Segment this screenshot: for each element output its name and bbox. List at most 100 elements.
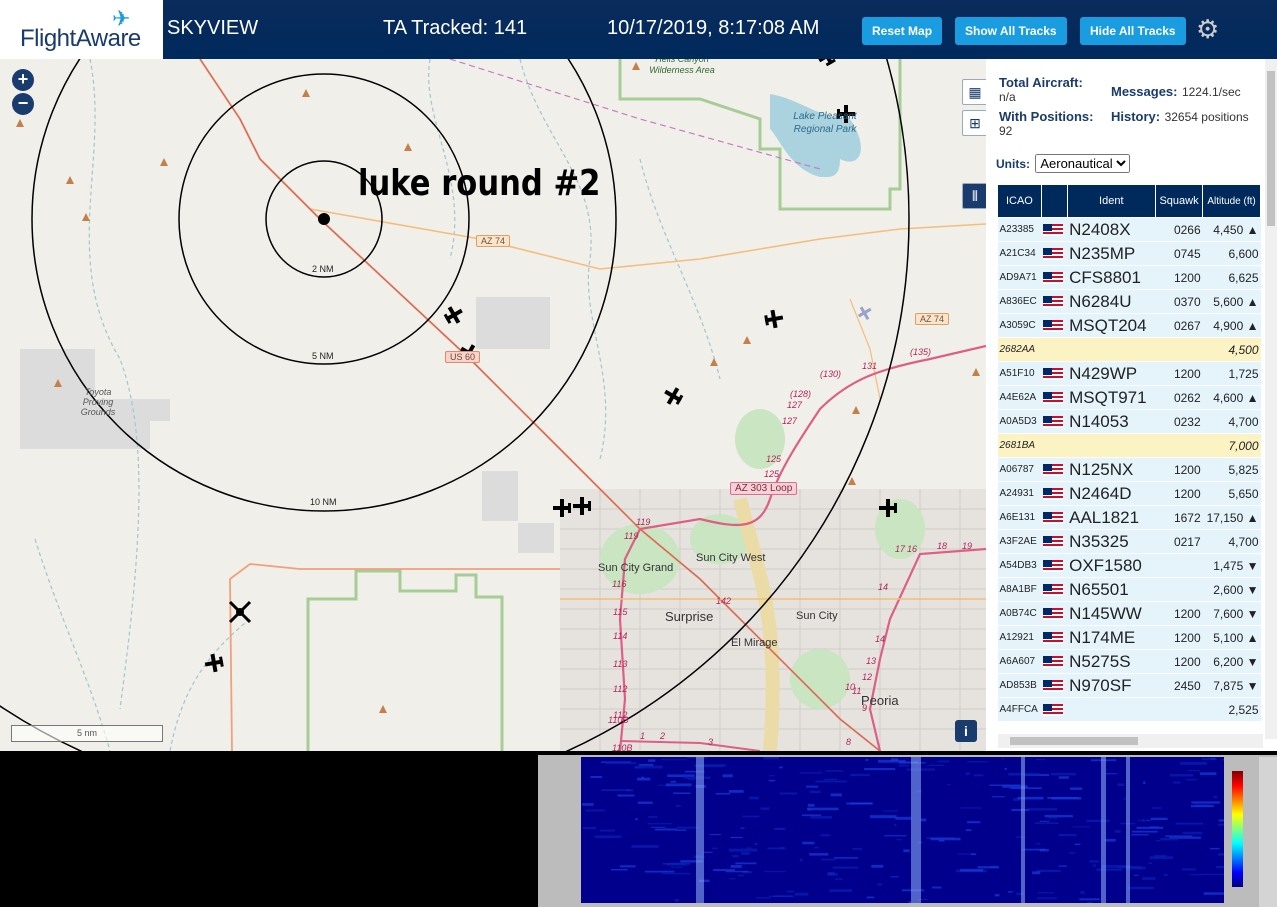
icao-cell: A8A1BF [997, 577, 1042, 602]
route-number: (128) [790, 389, 812, 399]
route-number: (130) [820, 369, 842, 379]
ring-label-10nm: 10 NM [310, 497, 337, 507]
icao-cell: A24931 [997, 481, 1042, 506]
scale-bar: 5 nm [11, 725, 163, 742]
us-flag-icon [1043, 607, 1064, 620]
messages-stat: Messages: 1224.1/sec [1111, 84, 1241, 99]
label-lake-pleasant: Lake Pleasant Regional Park [793, 111, 857, 135]
us-flag-icon [1043, 415, 1064, 428]
table-row[interactable]: A23385 N2408X 0266 4,450 ▲ [997, 217, 1261, 242]
altitude-cell: 7,000 [1202, 433, 1261, 458]
squawk-cell: 1672 [1155, 505, 1203, 530]
table-row[interactable]: A4FFCA 2,525 [997, 697, 1261, 722]
table-row[interactable]: A24931 N2464D 1200 5,650 [997, 481, 1261, 506]
altitude-cell: 5,100 ▲ [1202, 625, 1261, 650]
flag-cell [1041, 409, 1068, 434]
col-altitude[interactable]: Altitude (ft) [1202, 184, 1261, 218]
squawk-cell: 1200 [1155, 361, 1203, 386]
table-row[interactable]: A836EC N6284U 0370 5,600 ▲ [997, 289, 1261, 314]
flag-cell [1041, 505, 1068, 530]
flightaware-logo[interactable]: FlightAware ✈ [0, 0, 163, 59]
table-row[interactable]: A12921 N174ME 1200 5,100 ▲ [997, 625, 1261, 650]
route-number: 14 [878, 582, 889, 592]
table-row[interactable]: A0B74C N145WW 1200 7,600 ▼ [997, 601, 1261, 626]
zoom-in-button[interactable]: + [12, 69, 34, 91]
icao-cell: A3F2AE [997, 529, 1042, 554]
table-row[interactable]: AD9A71 CFS8801 1200 6,625 [997, 265, 1261, 290]
route-number: 142 [716, 596, 732, 606]
overlay-title: luke round #2 [358, 163, 601, 204]
squawk-cell: 0232 [1155, 409, 1203, 434]
route-number: 119 [636, 517, 651, 527]
sidebar-vertical-scrollbar[interactable] [1265, 59, 1277, 739]
flag-cell [1041, 673, 1068, 698]
ident-cell: N5275S [1067, 649, 1156, 674]
table-row[interactable]: A21C34 N235MP 0745 6,600 [997, 241, 1261, 266]
table-row[interactable]: A3059C MSQT204 0267 4,900 ▲ [997, 313, 1261, 338]
table-row[interactable]: A4E62A MSQT971 0262 4,600 ▲ [997, 385, 1261, 410]
columns-icon[interactable]: ⦀ [962, 183, 986, 209]
table-row[interactable]: A51F10 N429WP 1200 1,725 [997, 361, 1261, 386]
us-flag-icon [1043, 655, 1064, 668]
col-flag[interactable] [1040, 184, 1068, 218]
gear-icon[interactable]: ⚙ [1196, 14, 1219, 45]
table-row[interactable]: 2682AA 4,500 [997, 337, 1261, 362]
ident-cell: N65501 [1067, 577, 1156, 602]
waterfall-display [581, 757, 1224, 903]
flag-cell [1041, 577, 1068, 602]
altitude-cell: 4,600 ▲ [1202, 385, 1261, 410]
ident-cell: N35325 [1067, 529, 1156, 554]
icao-cell: A23385 [997, 217, 1042, 242]
units-control: Units: Aeronautical [996, 154, 1131, 173]
with-positions-stat: With Positions: 92 [999, 109, 1094, 139]
table-row[interactable]: A6E131 AAL1821 1672 17,150 ▲ [997, 505, 1261, 530]
table-row[interactable]: A8A1BF N65501 2,600 ▼ [997, 577, 1261, 602]
table-row[interactable]: 2681BA 7,000 [997, 433, 1261, 458]
ident-cell: N2408X [1067, 217, 1156, 242]
map-view[interactable]: luke round #2 2 NM 5 NM 10 NM Hells Cany… [0, 59, 986, 751]
map-icon[interactable]: ▦ [962, 79, 986, 105]
altitude-cell: 7,600 ▼ [1202, 601, 1261, 626]
route-number: 8 [846, 737, 852, 747]
ident-cell [1067, 433, 1156, 458]
waterfall-controls[interactable] [1259, 757, 1277, 907]
icao-cell: A0A5D3 [997, 409, 1042, 434]
flag-cell [1041, 337, 1068, 362]
sidebar-horizontal-scrollbar[interactable] [998, 734, 1263, 748]
show-all-tracks-button[interactable]: Show All Tracks [955, 17, 1067, 45]
waterfall-texture [582, 757, 1224, 903]
us-flag-icon [1043, 247, 1064, 260]
info-button[interactable]: i [955, 720, 977, 742]
table-row[interactable]: AD853B N970SF 2450 7,875 ▼ [997, 673, 1261, 698]
shield-az74-b: AZ 74 [915, 313, 950, 325]
grey-blocks [20, 297, 554, 553]
zoom-out-button[interactable]: − [12, 93, 34, 115]
app-title: SKYVIEW [167, 17, 259, 39]
units-select[interactable]: Aeronautical [1035, 154, 1131, 173]
table-row[interactable]: A0A5D3 N14053 0232 4,700 [997, 409, 1261, 434]
color-scale [1232, 771, 1243, 887]
total-aircraft-stat: Total Aircraft: n/a [999, 75, 1083, 105]
altitude-cell: 2,525 [1202, 697, 1261, 722]
reset-map-button[interactable]: Reset Map [862, 17, 943, 45]
table-row[interactable]: A3F2AE N35325 0217 4,700 [997, 529, 1261, 554]
ident-cell: N235MP [1067, 241, 1156, 266]
table-row[interactable]: A6A607 N5275S 1200 6,200 ▼ [997, 649, 1261, 674]
altitude-cell: 6,600 [1202, 241, 1261, 266]
scroll-thumb[interactable] [1010, 737, 1138, 745]
col-squawk[interactable]: Squawk [1154, 184, 1204, 218]
hide-all-tracks-button[interactable]: Hide All Tracks [1080, 17, 1186, 45]
scroll-thumb[interactable] [1267, 71, 1275, 226]
grid-icon[interactable]: ⊞ [962, 110, 986, 136]
route-number: 16 [907, 544, 918, 554]
flag-cell [1041, 385, 1068, 410]
col-ident[interactable]: Ident [1066, 184, 1156, 218]
route-number: 116 [612, 579, 627, 589]
us-flag-icon [1043, 463, 1064, 476]
us-flag-icon [1043, 559, 1064, 572]
col-icao[interactable]: ICAO [997, 184, 1042, 218]
label-sun-city-grand: Sun City Grand [598, 562, 674, 574]
table-row[interactable]: A54DB3 OXF1580 1,475 ▼ [997, 553, 1261, 578]
table-row[interactable]: A06787 N125NX 1200 5,825 [997, 457, 1261, 482]
altitude-cell: 4,900 ▲ [1202, 313, 1261, 338]
